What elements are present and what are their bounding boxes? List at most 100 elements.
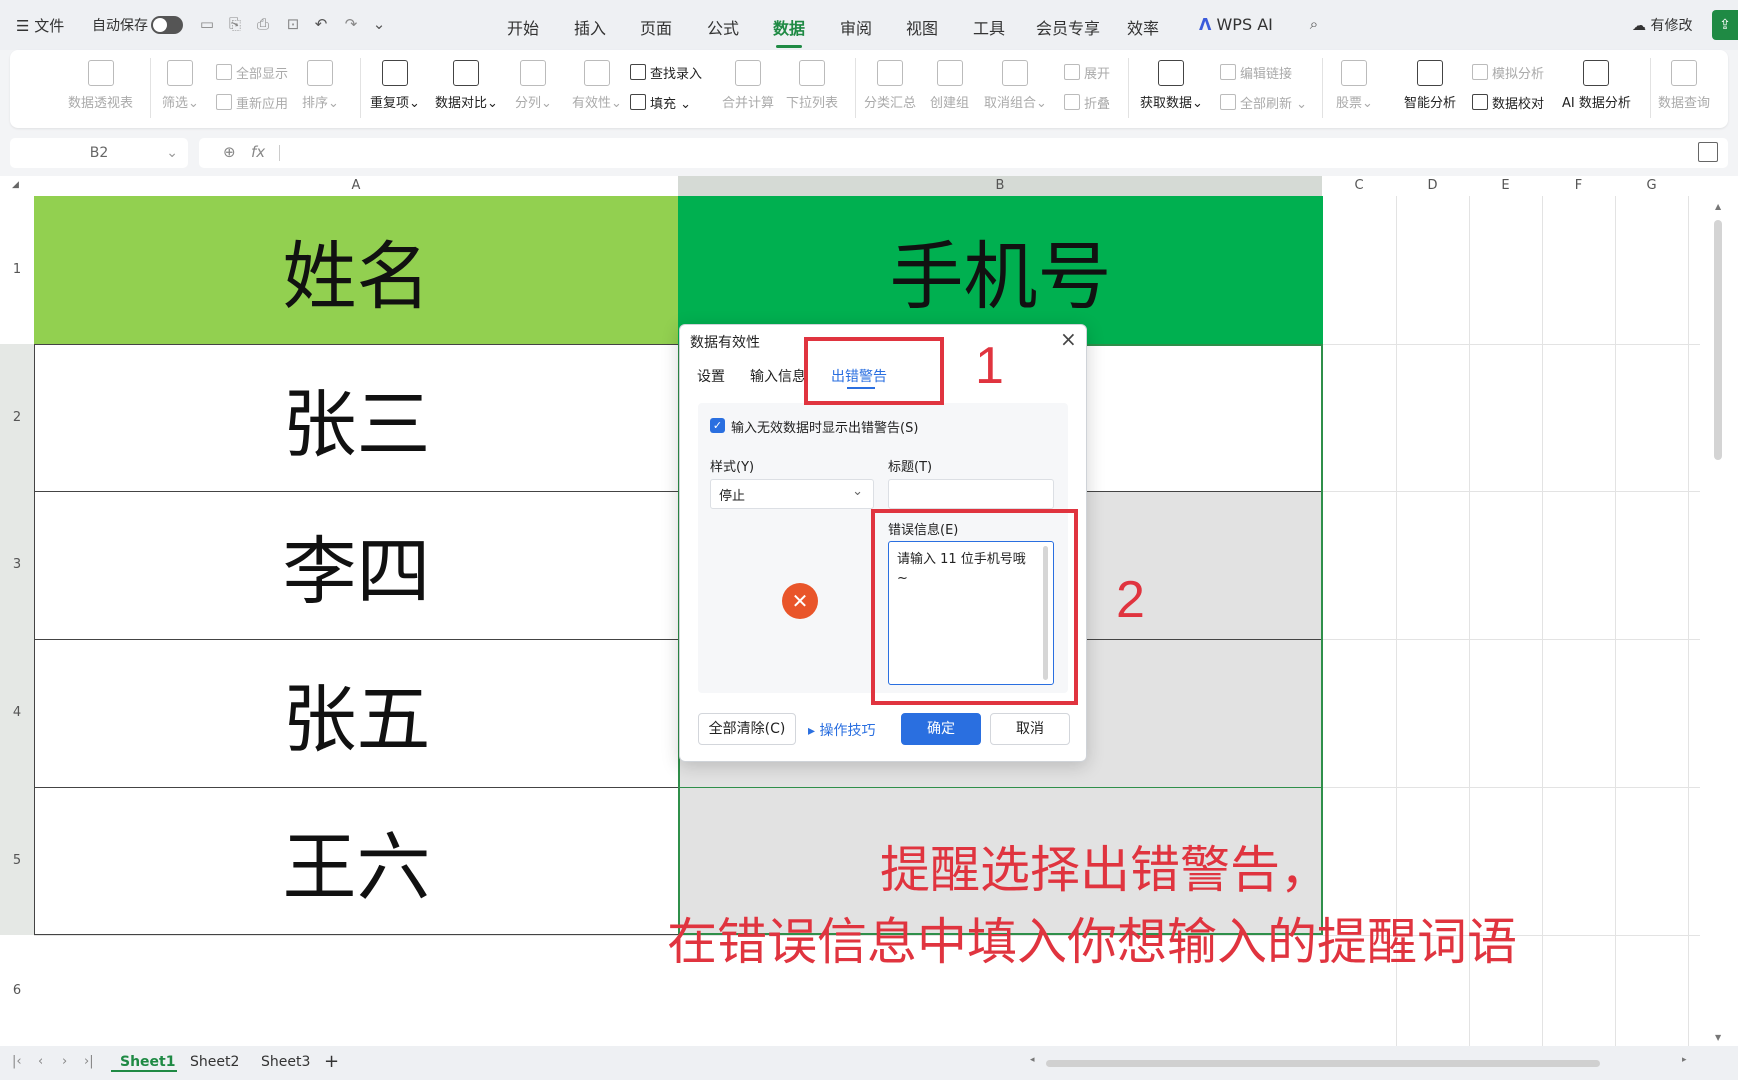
tab-tools[interactable]: 工具 bbox=[973, 15, 1005, 39]
scrollbar-thumb[interactable] bbox=[1714, 220, 1722, 460]
column-header-a[interactable]: A bbox=[34, 176, 678, 196]
what-if-button[interactable]: 模拟分析 bbox=[1470, 63, 1544, 82]
clear-all-button[interactable]: 全部清除(C) bbox=[698, 713, 796, 745]
fx-icon[interactable]: fx bbox=[251, 143, 265, 161]
column-header-f[interactable]: F bbox=[1542, 176, 1615, 196]
redo-icon[interactable]: ↷ bbox=[342, 15, 360, 33]
share-icon[interactable]: ⎘ bbox=[226, 15, 244, 33]
show-alert-checkbox[interactable]: ✓ bbox=[710, 418, 725, 433]
tab-insert[interactable]: 插入 bbox=[574, 15, 606, 39]
tab-home[interactable]: 开始 bbox=[507, 15, 539, 39]
collapse-button[interactable]: 折叠 bbox=[1062, 93, 1110, 112]
cell-a3[interactable]: 李四 bbox=[34, 491, 679, 640]
scroll-up-icon[interactable]: ▲ bbox=[1715, 202, 1721, 211]
consolidate-button[interactable]: 合并计算 bbox=[722, 60, 774, 111]
split-column-button[interactable]: 分列⌄ bbox=[515, 60, 552, 111]
expand-formula-icon[interactable] bbox=[1698, 142, 1718, 162]
subtotal-button[interactable]: 分类汇总 bbox=[864, 60, 916, 111]
row-header-1[interactable]: 1 bbox=[0, 196, 34, 344]
column-header-b[interactable]: B bbox=[678, 176, 1322, 196]
cancel-button[interactable]: 取消 bbox=[990, 713, 1070, 745]
row-header-4[interactable]: 4 bbox=[0, 639, 34, 787]
add-sheet-button[interactable]: + bbox=[324, 1051, 339, 1072]
fill-button[interactable]: 填充 ⌄ bbox=[628, 93, 691, 112]
tab-settings[interactable]: 设置 bbox=[697, 366, 725, 386]
tab-review[interactable]: 审阅 bbox=[840, 15, 872, 39]
scroll-down-icon[interactable]: ▼ bbox=[1715, 1033, 1721, 1042]
cell-a5[interactable]: 王六 bbox=[34, 787, 679, 935]
dropdown-list-button[interactable]: 下拉列表 bbox=[786, 60, 838, 111]
zoom-icon[interactable]: ⊕ bbox=[223, 143, 236, 161]
share-button[interactable]: ⇪ bbox=[1712, 10, 1738, 40]
data-check-button[interactable]: 数据校对 bbox=[1470, 93, 1544, 112]
get-data-button[interactable]: 获取数据⌄ bbox=[1140, 60, 1203, 111]
reapply-button[interactable]: 重新应用 bbox=[214, 93, 288, 112]
tab-efficiency[interactable]: 效率 bbox=[1127, 15, 1159, 39]
tab-view[interactable]: 视图 bbox=[906, 15, 938, 39]
modify-status[interactable]: ☁ 有修改 bbox=[1632, 15, 1692, 35]
duplicates-button[interactable]: 重复项⌄ bbox=[370, 60, 420, 111]
column-header-d[interactable]: D bbox=[1396, 176, 1469, 196]
cell-a2[interactable]: 张三 bbox=[34, 344, 679, 492]
smart-analysis-button[interactable]: 智能分析 bbox=[1404, 60, 1456, 111]
print-icon[interactable]: ⎙ bbox=[254, 15, 272, 33]
validity-button[interactable]: 有效性⌄ bbox=[572, 60, 622, 111]
formula-bar[interactable]: ⊕ fx bbox=[199, 138, 1728, 168]
tips-link[interactable]: ▸ 操作技巧 bbox=[808, 720, 875, 740]
close-icon[interactable]: × bbox=[1060, 327, 1077, 351]
tab-input-message[interactable]: 输入信息 bbox=[750, 366, 806, 386]
column-header-e[interactable]: E bbox=[1469, 176, 1542, 196]
edit-links-button[interactable]: 编辑链接 bbox=[1218, 63, 1292, 82]
data-query-button[interactable]: 数据查询 bbox=[1658, 60, 1710, 111]
prev-sheet-icon[interactable]: ‹ bbox=[38, 1054, 43, 1069]
sheet-tab-3[interactable]: Sheet3 bbox=[261, 1054, 310, 1070]
sort-button[interactable]: 排序⌄ bbox=[302, 60, 339, 111]
chevron-down-icon[interactable]: ⌄ bbox=[370, 15, 388, 33]
find-entry-button[interactable]: 查找录入 bbox=[628, 63, 702, 82]
name-box[interactable]: B2 ⌄ bbox=[10, 138, 188, 168]
cell-b1[interactable]: 手机号 bbox=[678, 196, 1323, 345]
undo-icon[interactable]: ↶ bbox=[312, 15, 330, 33]
create-group-button[interactable]: 创建组 bbox=[930, 60, 969, 111]
tab-page[interactable]: 页面 bbox=[640, 15, 672, 39]
last-sheet-icon[interactable]: ›| bbox=[84, 1054, 94, 1069]
row-header-2[interactable]: 2 bbox=[0, 344, 34, 491]
tab-member[interactable]: 会员专享 bbox=[1036, 15, 1100, 39]
next-sheet-icon[interactable]: › bbox=[62, 1054, 67, 1069]
expand-button[interactable]: 展开 bbox=[1062, 63, 1110, 82]
refresh-all-button[interactable]: 全部刷新 ⌄ bbox=[1218, 93, 1307, 112]
sheet-tab-1[interactable]: Sheet1 bbox=[120, 1054, 175, 1070]
tab-wps-ai[interactable]: ᐱ WPS AI bbox=[1199, 15, 1273, 34]
print-preview-icon[interactable]: ⊡ bbox=[284, 15, 302, 33]
vertical-scrollbar[interactable]: ▲ ▼ bbox=[1704, 196, 1738, 1046]
ok-button[interactable]: 确定 bbox=[901, 713, 981, 745]
horizontal-scrollbar[interactable] bbox=[1046, 1060, 1600, 1067]
scroll-right-icon[interactable]: ▸ bbox=[1682, 1055, 1687, 1065]
pivot-table-button[interactable]: 数据透视表 bbox=[68, 60, 133, 111]
ungroup-button[interactable]: 取消组合⌄ bbox=[984, 60, 1047, 111]
row-header-5[interactable]: 5 bbox=[0, 787, 34, 935]
file-menu[interactable]: ☰ 文件 bbox=[16, 15, 64, 36]
tab-data[interactable]: 数据 bbox=[773, 15, 805, 48]
style-select[interactable]: 停止 ⌄ bbox=[710, 479, 874, 509]
search-icon[interactable]: ⌕ bbox=[1305, 15, 1323, 33]
column-header-g[interactable]: G bbox=[1615, 176, 1688, 196]
tab-formula[interactable]: 公式 bbox=[707, 15, 739, 39]
cell-a1[interactable]: 姓名 bbox=[34, 196, 679, 345]
filter-button[interactable]: 筛选⌄ bbox=[162, 60, 199, 111]
first-sheet-icon[interactable]: |‹ bbox=[12, 1054, 22, 1069]
cell-a4[interactable]: 张五 bbox=[34, 639, 679, 788]
title-input[interactable] bbox=[888, 479, 1054, 509]
row-header-6[interactable]: 6 bbox=[0, 935, 34, 1046]
select-all-icon[interactable]: ◢ bbox=[12, 180, 19, 190]
save-icon[interactable]: ▭ bbox=[198, 15, 216, 33]
ai-analysis-button[interactable]: AI 数据分析 bbox=[1562, 60, 1631, 111]
sheet-tab-2[interactable]: Sheet2 bbox=[190, 1054, 239, 1070]
show-all-button[interactable]: 全部显示 bbox=[214, 63, 288, 82]
column-header-c[interactable]: C bbox=[1322, 176, 1396, 196]
compare-button[interactable]: 数据对比⌄ bbox=[435, 60, 498, 111]
autosave-toggle[interactable] bbox=[151, 16, 183, 34]
row-header-3[interactable]: 3 bbox=[0, 491, 34, 639]
stock-button[interactable]: 股票⌄ bbox=[1336, 60, 1373, 111]
scroll-left-icon[interactable]: ◂ bbox=[1030, 1055, 1035, 1065]
